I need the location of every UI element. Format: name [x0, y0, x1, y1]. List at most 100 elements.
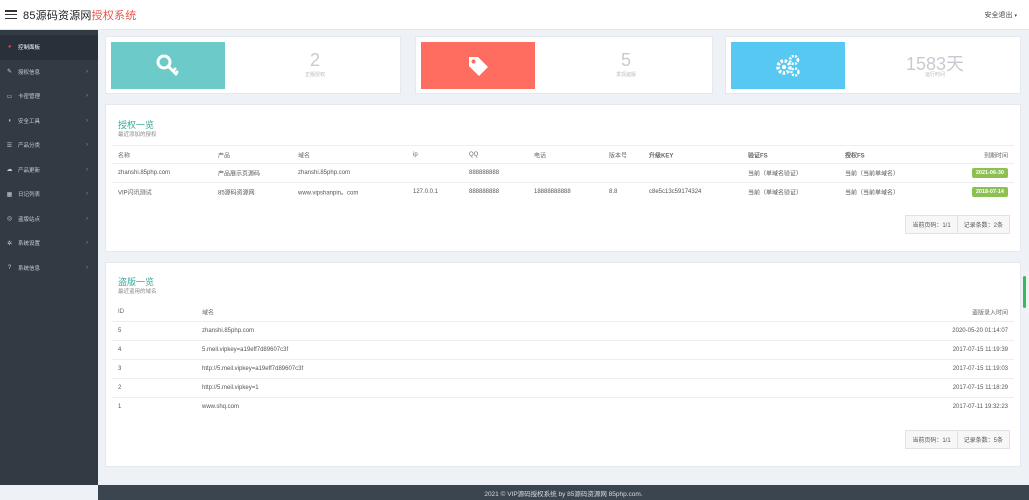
cell-auth-fs: 当前（当前单域名） [845, 171, 900, 178]
sidebar-item-security-tools[interactable]: ◖ 安全工具 › [0, 109, 98, 134]
gears-icon: ✲ [6, 240, 13, 247]
auth-overview-panel: 授权一览 最近添加的授权 名称 产品 域名 ip QQ 电话 版本号 升级KEY… [105, 104, 1021, 252]
column-header: 升级KEY [649, 153, 674, 159]
cell-verify-fs: 当前（单域名验证） [748, 171, 803, 178]
cell-domain: zhanshi.85php.com [298, 170, 351, 176]
cell-product: 产品展示页源码 [218, 171, 261, 178]
cell-time: 2017-07-15 11:18:29 [952, 385, 1008, 391]
stat-label: 运行时间 [924, 72, 945, 78]
cell-time: 2020-05-20 01:14:07 [952, 328, 1008, 334]
column-header: 域名 [202, 310, 215, 317]
stat-label: 正版授权 [304, 72, 325, 78]
sidebar-item-label: 产品更新 [18, 167, 41, 174]
sidebar-item-label: 卡密管理 [18, 94, 41, 101]
cell-time: 2017-07-15 11:19:39 [952, 347, 1008, 353]
footer-text: 2021 © VIP源码授权系统 by 85源码资源网 85php.com. [484, 490, 643, 498]
panel-subtitle: 最近盗用的域名 [118, 289, 157, 295]
stat-card-uptime: 1583天 运行时间 [725, 36, 1021, 94]
cell-qq: 888888888 [469, 189, 500, 195]
sidebar: ◕ 控制面板 ✎ 授权信息 › ▭ 卡密管理 › ◖ 安全工具 › ☰ 产品分类… [0, 30, 98, 485]
cell-verify-fs: 当前（单域名验证） [748, 190, 803, 197]
column-header: ip [413, 151, 418, 158]
sidebar-item-card-keys[interactable]: ▭ 卡密管理 › [0, 84, 98, 109]
column-header: 盗版录入时间 [971, 310, 1008, 317]
brand-title: 85源码资源网授权系统 [23, 7, 136, 23]
sidebar-item-label: 系统信息 [18, 265, 41, 272]
cell-qq: 888888888 [469, 170, 500, 176]
chevron-right-icon: › [86, 215, 88, 222]
pager-total-records[interactable]: 记录条数：2条 [956, 216, 1009, 233]
chevron-right-icon: › [86, 264, 88, 271]
sidebar-item-label: 日记列表 [18, 192, 41, 199]
cell-domain: zhanshi.85php.com [202, 328, 255, 334]
table-header-row: ID 域名 盗版录入时间 [112, 303, 1014, 321]
sidebar-item-product-update[interactable]: ☁ 产品更新 › [0, 158, 98, 183]
shield-icon: ◖ [7, 117, 12, 124]
table-row: 1 www.shq.com 2017-07-11 19:32:23 [112, 397, 1014, 416]
question-icon: ? [7, 264, 12, 271]
chevron-right-icon: › [86, 191, 88, 198]
cell-domain: http://5.meil.vipkey=a19eff7d89607c3f [202, 366, 304, 372]
cell-ip: 127.0.0.1 [413, 189, 439, 195]
cell-name: VIP闪讯测试 [118, 190, 152, 197]
stat-icon-box [111, 42, 225, 89]
sidebar-item-dashboard[interactable]: ◕ 控制面板 [0, 35, 98, 60]
cell-id: 2 [118, 385, 122, 391]
stat-card-licensed: 2 正版授权 [105, 36, 401, 94]
column-header: QQ [469, 151, 479, 158]
table-row: 4 5.meil.vipkey=a19eff7d89607c3f 2017-07… [112, 340, 1014, 359]
cell-domain: 5.meil.vipkey=a19eff7d89607c3f [202, 347, 289, 353]
column-header: 验证FS [748, 153, 768, 159]
cell-version: 8.8 [609, 189, 618, 195]
list-icon: ☰ [6, 142, 13, 149]
pager-current-page[interactable]: 当前页码：1/1 [906, 431, 957, 448]
tag-icon [469, 56, 488, 76]
menu-toggle-icon[interactable] [5, 10, 17, 19]
gears-icon [776, 54, 800, 77]
cell-id: 5 [118, 328, 122, 334]
sidebar-item-label: 产品分类 [18, 143, 41, 150]
sidebar-item-label: 授权信息 [18, 69, 41, 76]
cell-id: 3 [118, 366, 122, 372]
sidebar-item-label: 控制面板 [18, 45, 41, 52]
scroll-indicator[interactable] [1023, 276, 1026, 308]
column-header: ID [118, 309, 124, 315]
key-icon [156, 54, 179, 76]
table-row: VIP闪讯测试 85源码资源网 www.vipshanpin。com 127.0… [112, 182, 1014, 201]
pirate-overview-panel: 盗版一览 最近盗用的域名 ID 域名 盗版录入时间 5 zhanshi.85ph… [105, 262, 1021, 467]
column-header: 版本号 [609, 153, 628, 159]
logout-label: 安全退出 [984, 12, 1013, 19]
footer: 2021 © VIP源码授权系统 by 85源码资源网 85php.com. [98, 485, 1029, 500]
column-header: 电话 [534, 153, 547, 159]
sidebar-item-label: 盗版站点 [18, 216, 41, 223]
cell-product: 85源码资源网 [218, 190, 255, 197]
sidebar-item-label: 安全工具 [18, 118, 41, 125]
sidebar-item-label: 系统设置 [18, 241, 41, 248]
column-header: 产品 [218, 153, 231, 159]
cell-auth-fs: 当前（当前单域名） [845, 190, 900, 197]
stat-card-pirated: 5 发现盗版 [415, 36, 713, 94]
sidebar-item-log-list[interactable]: ▦ 日记列表 › [0, 182, 98, 207]
sidebar-item-system-info[interactable]: ? 系统信息 › [0, 256, 98, 281]
expire-badge: 2021-06-30 [971, 168, 1008, 178]
logout-link[interactable]: 安全退出 ▾ [984, 10, 1017, 20]
expire-badge: 2018-07-14 [971, 187, 1008, 197]
column-header: 名称 [118, 153, 131, 159]
calendar-icon: ▦ [6, 191, 13, 198]
cell-domain: www.shq.com [202, 404, 240, 410]
sidebar-item-system-settings[interactable]: ✲ 系统设置 › [0, 231, 98, 256]
pager-total-records[interactable]: 记录条数：5条 [956, 431, 1009, 448]
pager-current-page[interactable]: 当前页码：1/1 [906, 216, 957, 233]
dashboard-icon: ◕ [7, 44, 12, 51]
chevron-right-icon: › [86, 68, 88, 75]
top-header: 85源码资源网授权系统 安全退出 ▾ [0, 0, 1029, 30]
card-icon: ▭ [6, 93, 13, 100]
stat-icon-box [421, 42, 535, 89]
stat-value: 5 [620, 50, 631, 70]
sidebar-item-auth-info[interactable]: ✎ 授权信息 › [0, 60, 98, 85]
sidebar-item-product-category[interactable]: ☰ 产品分类 › [0, 133, 98, 158]
cell-upgrade-key: c8e5c13c59174324 [649, 189, 702, 195]
globe-icon: ◎ [6, 216, 13, 223]
sidebar-item-pirate-sites[interactable]: ◎ 盗版站点 › [0, 207, 98, 232]
column-header: 域名 [298, 153, 311, 159]
